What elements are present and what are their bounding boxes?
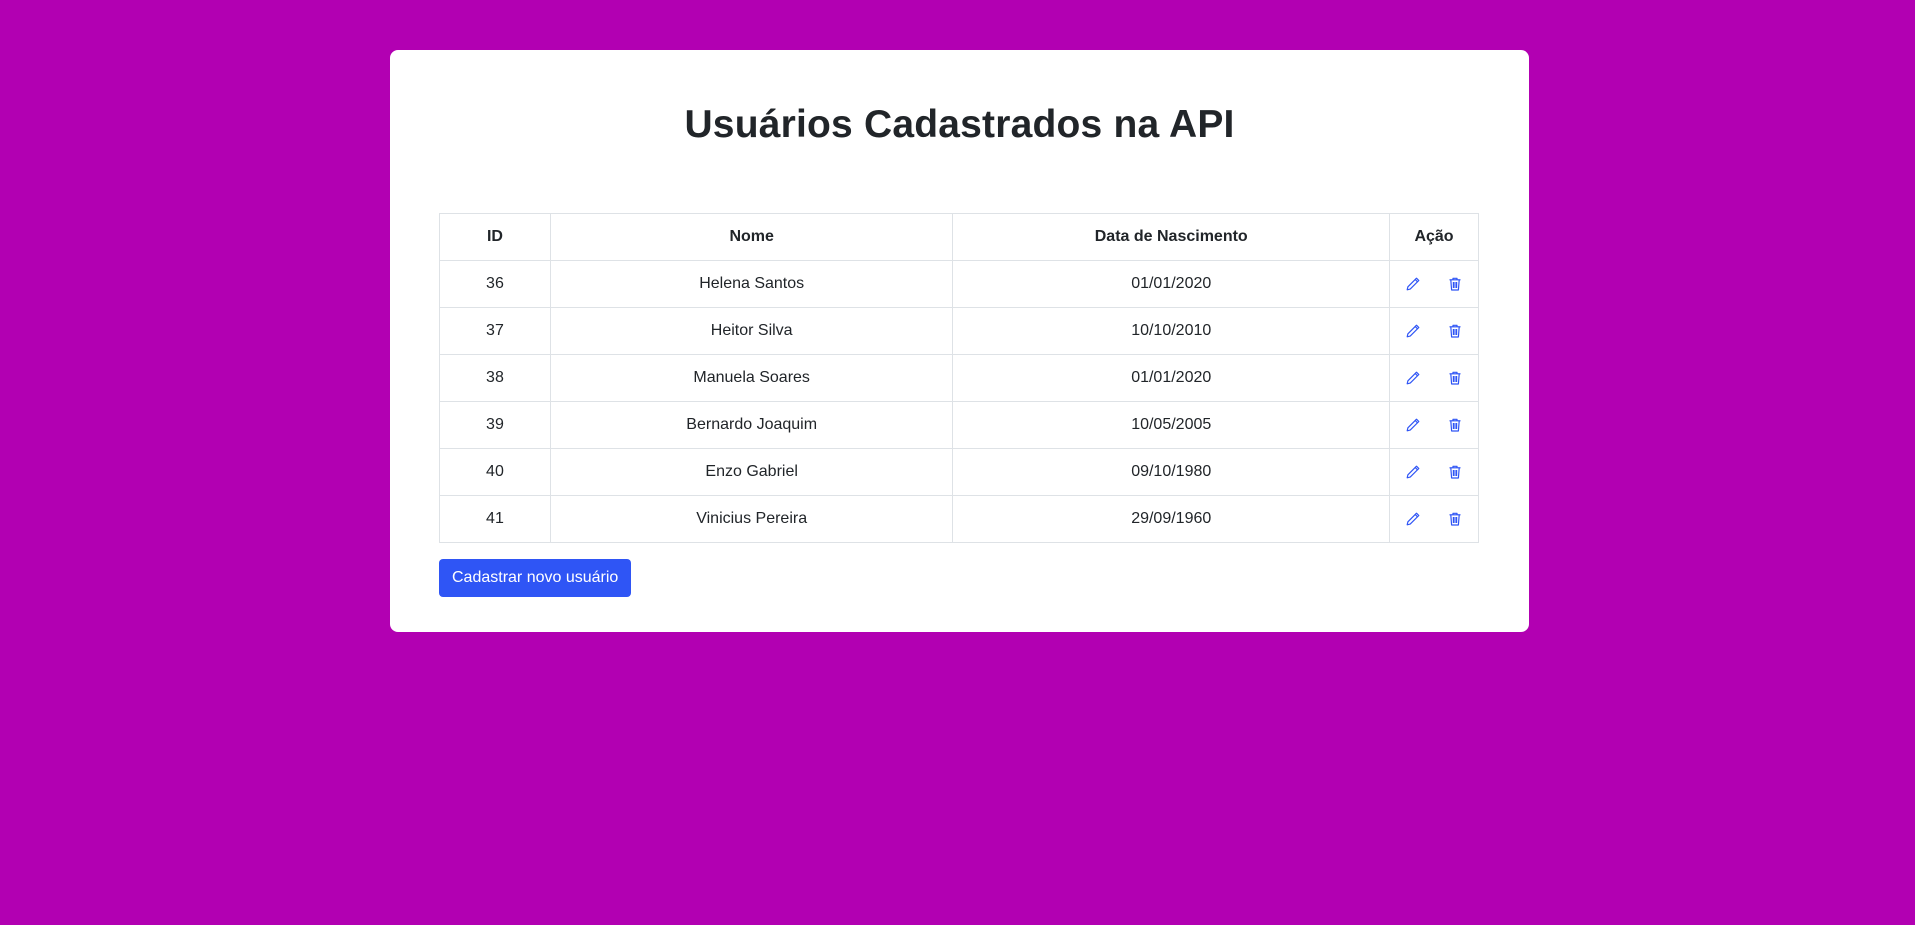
cell-acao [1389, 495, 1479, 543]
cell-id: 36 [439, 260, 551, 308]
page-title: Usuários Cadastrados na API [684, 103, 1235, 146]
cell-nome: Vinicius Pereira [549, 495, 954, 543]
cell-acao [1389, 260, 1479, 308]
trash-icon[interactable] [1444, 367, 1466, 389]
trash-icon[interactable] [1444, 508, 1466, 530]
cell-acao [1389, 448, 1479, 496]
table-row: 37 Heitor Silva 10/10/2010 [439, 307, 1479, 355]
trash-icon[interactable] [1444, 320, 1466, 342]
header-acao: Ação [1389, 213, 1479, 261]
table-row: 36 Helena Santos 01/01/2020 [439, 260, 1479, 308]
cell-data-nascimento: 01/01/2020 [952, 354, 1390, 402]
cell-id: 38 [439, 354, 551, 402]
pencil-icon[interactable] [1402, 461, 1424, 483]
header-id: ID [439, 213, 551, 261]
cell-data-nascimento: 09/10/1980 [952, 448, 1390, 496]
cell-data-nascimento: 10/10/2010 [952, 307, 1390, 355]
table-row: 38 Manuela Soares 01/01/2020 [439, 354, 1479, 402]
cell-id: 39 [439, 401, 551, 449]
users-card: Usuários Cadastrados na API ID Nome Data… [390, 50, 1529, 632]
cell-nome: Manuela Soares [549, 354, 954, 402]
trash-icon[interactable] [1444, 273, 1466, 295]
cell-nome: Enzo Gabriel [549, 448, 954, 496]
add-user-button[interactable]: Cadastrar novo usuário [439, 559, 632, 597]
cell-nome: Helena Santos [549, 260, 954, 308]
cell-nome: Bernardo Joaquim [549, 401, 954, 449]
table-header-row: ID Nome Data de Nascimento Ação [439, 213, 1479, 261]
cell-id: 40 [439, 448, 551, 496]
pencil-icon[interactable] [1402, 320, 1424, 342]
cell-data-nascimento: 10/05/2005 [952, 401, 1390, 449]
trash-icon[interactable] [1444, 414, 1466, 436]
cell-acao [1389, 354, 1479, 402]
header-nome: Nome [549, 213, 954, 261]
cell-nome: Heitor Silva [549, 307, 954, 355]
pencil-icon[interactable] [1402, 508, 1424, 530]
header-data-nascimento: Data de Nascimento [952, 213, 1390, 261]
cell-data-nascimento: 29/09/1960 [952, 495, 1390, 543]
users-table: ID Nome Data de Nascimento Ação 36 Helena… [439, 213, 1479, 543]
cell-id: 41 [439, 495, 551, 543]
cell-data-nascimento: 01/01/2020 [952, 260, 1390, 308]
cell-acao [1389, 307, 1479, 355]
table-row: 40 Enzo Gabriel 09/10/1980 [439, 448, 1479, 496]
cell-acao [1389, 401, 1479, 449]
cell-id: 37 [439, 307, 551, 355]
table-row: 41 Vinicius Pereira 29/09/1960 [439, 495, 1479, 543]
table-row: 39 Bernardo Joaquim 10/05/2005 [439, 401, 1479, 449]
pencil-icon[interactable] [1402, 273, 1424, 295]
pencil-icon[interactable] [1402, 414, 1424, 436]
trash-icon[interactable] [1444, 461, 1466, 483]
pencil-icon[interactable] [1402, 367, 1424, 389]
